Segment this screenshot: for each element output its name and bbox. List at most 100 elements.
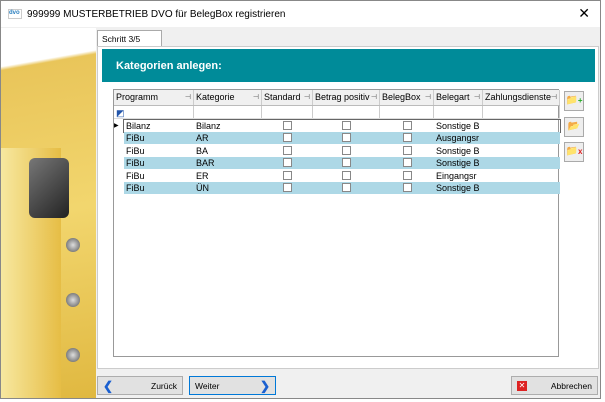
folder-add-icon: 📁+ [565,95,583,106]
column-header-kategorie[interactable]: Kategorie ⊣ [194,90,262,105]
table-row[interactable]: FiBu BAR Sonstige B [124,157,560,170]
cell-zahlungsdienste [483,170,560,182]
pin-icon[interactable]: ⊣ [253,93,259,101]
checkbox[interactable] [283,158,292,168]
folder-delete-icon: 📁x [565,146,583,157]
tab-step-3[interactable]: Schritt 3/5 Kategoiren [97,30,162,54]
pin-icon[interactable]: ⊣ [304,93,310,101]
cell-belegbox [380,120,434,132]
cell-zahlungsdienste [483,120,560,132]
column-header-label: BelegBox [382,92,421,102]
close-button[interactable]: ✕ [578,5,590,22]
page-title: Kategorien anlegen: [102,49,595,82]
cell-standard [262,120,313,132]
cell-betrag-positiv [313,120,380,132]
column-header-belegart[interactable]: Belegart ⊣ [434,90,483,105]
chevron-right-icon: ❯ [259,378,270,393]
pin-icon[interactable]: ⊣ [474,93,480,101]
checkbox[interactable] [283,121,292,130]
pin-icon[interactable]: ⊣ [371,93,377,101]
filter-cell[interactable] [483,106,560,118]
filter-cell[interactable] [262,106,313,118]
column-header-label: Standard [264,92,301,102]
pin-icon[interactable]: ⊣ [425,93,431,101]
filter-cell[interactable] [380,106,434,118]
cell-zahlungsdienste [483,182,560,194]
cell-zahlungsdienste [483,145,560,157]
checkbox[interactable] [342,121,351,130]
filter-cell[interactable] [313,106,380,118]
next-button[interactable]: Weiter ❯ [189,376,276,395]
checkbox[interactable] [402,183,412,192]
checkbox[interactable] [283,133,292,143]
checkbox[interactable] [342,145,351,155]
cancel-label: Abbrechen [550,380,592,391]
column-header-programm[interactable]: Programm ⊣ [114,90,194,105]
cell-kategorie: BA [196,145,209,156]
cell-belegbox [380,132,434,144]
cell-zahlungsdienste [483,157,560,169]
cell-programm: FiBu [126,133,145,144]
table-row[interactable]: FiBu BA Sonstige B [124,145,560,157]
cell-programm: FiBu [126,145,145,156]
column-header-belegbox[interactable]: BelegBox ⊣ [380,90,434,105]
dialog-window: dvo 999999 MUSTERBETRIEB DVO für BelegBo… [0,0,601,399]
categories-grid: Programm ⊣ Kategorie ⊣ Standard ⊣ Betrag posit… [113,89,561,357]
cell-belegbox [380,145,434,157]
delete-category-button[interactable]: 📁x [564,142,584,162]
table-row[interactable]: FiBu ÜN Sonstige B [124,182,560,194]
cell-betrag-positiv [313,170,380,182]
cell-belegbox [380,182,434,194]
cell-programm: FiBu [126,183,145,193]
wizard-side-image [1,28,96,398]
checkbox[interactable] [283,170,292,180]
window-title: 999999 MUSTERBETRIEB DVO für BelegBox re… [27,8,286,20]
cancel-button[interactable]: ✕ Abbrechen [511,376,598,395]
checkbox[interactable] [402,170,412,180]
grid-filter-row[interactable]: ◩ [114,106,560,119]
cell-kategorie: ÜN [196,183,209,193]
rivet-image [66,348,80,362]
cell-standard [262,170,313,182]
checkbox[interactable] [342,183,351,192]
app-logo-icon: dvo [8,9,22,19]
column-header-label: Betrag positiv [315,92,370,102]
folder-edit-icon: 📂 [567,121,581,132]
filter-cell[interactable]: ◩ [114,106,194,118]
filter-icon[interactable]: ◩ [116,108,125,118]
box-corner-image [29,158,69,218]
table-row[interactable]: FiBu ER Eingangsr [124,170,560,182]
rivet-image [66,293,80,307]
chevron-left-icon: ❮ [103,378,114,393]
table-row[interactable]: ▶ Bilanz Bilanz Sonstige B [114,119,561,133]
cell-standard [262,132,313,144]
add-category-button[interactable]: 📁+ [564,91,584,111]
checkbox[interactable] [402,158,412,168]
column-header-betrag-positiv[interactable]: Betrag positiv ⊣ [313,90,380,105]
checkbox[interactable] [402,121,412,130]
pin-icon[interactable]: ⊣ [551,93,557,101]
cell-programm: FiBu [126,170,145,181]
checkbox[interactable] [402,133,412,143]
checkbox[interactable] [283,145,292,155]
checkbox[interactable] [342,158,351,168]
checkbox[interactable] [402,145,412,155]
cell-belegart: Sonstige B [436,145,480,156]
checkbox[interactable] [283,183,292,192]
column-header-label: Belegart [436,92,470,102]
row-indicator-icon: ▶ [114,123,119,129]
column-header-zahlungsdienste[interactable]: Zahlungsdienste ⊣ [483,90,560,105]
back-button[interactable]: ❮ Zurück [97,376,183,395]
filter-cell[interactable] [194,106,262,118]
step-panel: Kategorien anlegen: Programm ⊣ Kategorie ⊣ S… [97,46,599,369]
edit-category-button[interactable]: 📂 [564,117,584,137]
checkbox[interactable] [342,133,351,143]
table-row[interactable]: FiBu AR Ausgangsr [124,132,560,145]
column-header-label: Kategorie [196,92,235,102]
pin-icon[interactable]: ⊣ [185,93,191,101]
checkbox[interactable] [342,170,351,180]
filter-cell[interactable] [434,106,483,118]
cell-betrag-positiv [313,157,380,169]
cell-belegart: Eingangsr [436,170,477,181]
column-header-standard[interactable]: Standard ⊣ [262,90,313,105]
